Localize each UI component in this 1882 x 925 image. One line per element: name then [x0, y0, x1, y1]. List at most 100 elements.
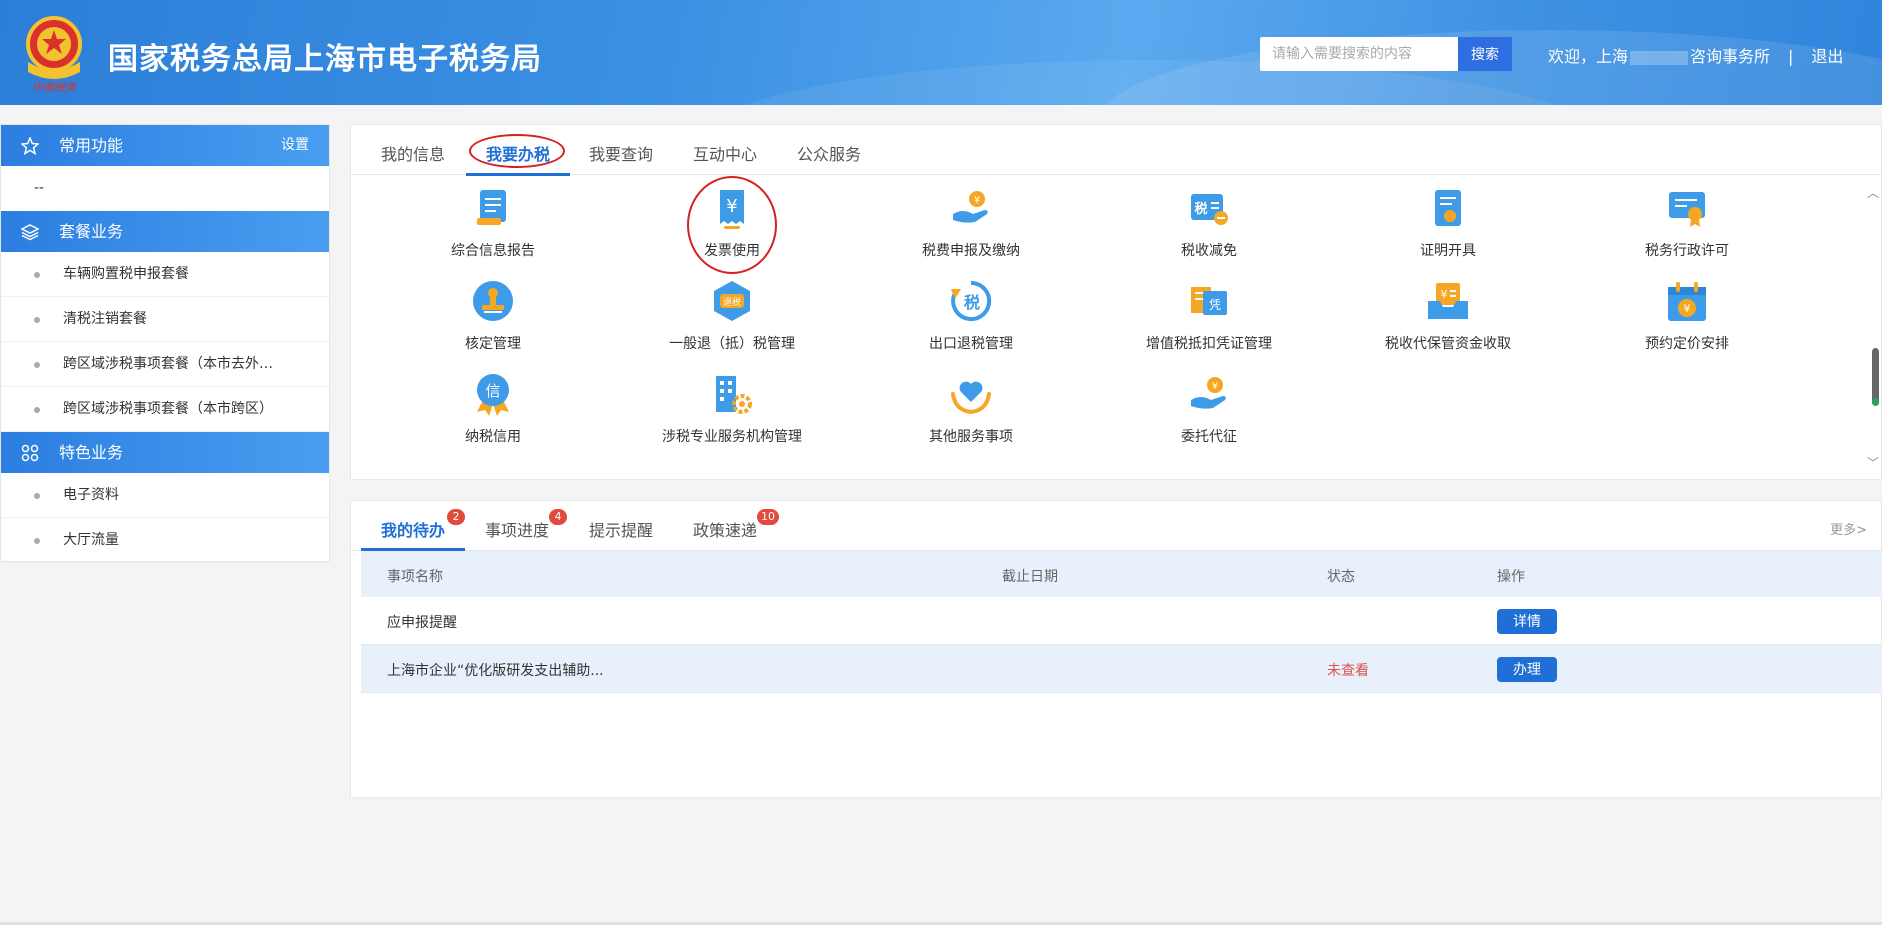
service-assessment[interactable]: 核定管理: [393, 279, 593, 353]
scroll-down-icon[interactable]: ﹀: [1867, 454, 1879, 471]
service-pricing-arrangement[interactable]: ¥ 预约定价安排: [1587, 279, 1787, 353]
service-tax-reduction[interactable]: 税 税收减免: [1109, 186, 1309, 260]
tax-reduction-icon: 税: [1191, 194, 1228, 225]
emblem-caption: 中国税务: [32, 81, 77, 94]
sidebar-section-special[interactable]: 特色业务: [1, 432, 329, 473]
details-button[interactable]: 详情: [1497, 609, 1557, 634]
voucher-icon: 凭: [1191, 287, 1227, 315]
tax-emblem-icon: 中国税务: [26, 16, 82, 94]
more-link[interactable]: 更多>: [1830, 519, 1867, 538]
logout-link[interactable]: 退出: [1811, 43, 1843, 67]
layers-icon: [21, 224, 39, 241]
sidebar-section-title: 套餐业务: [59, 222, 124, 241]
sidebar-item-label: 清税注销套餐: [63, 311, 147, 327]
settings-link[interactable]: 设置: [281, 125, 309, 166]
tab-interaction[interactable]: 互动中心: [693, 141, 757, 165]
service-grid: 综合信息报告 ¥ 发票使用 ¥ 税费申报及缴纳 税 税收减免 证明开具 税务行政…: [351, 176, 1851, 481]
site-title: 国家税务总局上海市电子税务局: [108, 42, 542, 77]
tab-public-service[interactable]: 公众服务: [797, 141, 861, 165]
tab-progress[interactable]: 事项进度: [485, 517, 549, 541]
bullet-icon: [34, 272, 40, 278]
export-refund-icon: 税: [951, 280, 992, 321]
service-label: 核定管理: [465, 336, 521, 352]
service-label: 税收代保管资金收取: [1385, 336, 1511, 352]
service-export-refund[interactable]: 税 出口退税管理: [871, 279, 1071, 353]
sidebar-item-vehicle-tax[interactable]: 车辆购置税申报套餐: [1, 252, 329, 297]
stamp-icon: [473, 281, 513, 321]
service-fund-custody[interactable]: ¥ 税收代保管资金收取: [1348, 279, 1548, 353]
header-banner: 中国税务 国家税务总局上海市电子税务局 搜索 欢迎，上海 咨询事务所 | 退出: [0, 0, 1882, 105]
hand-coin-icon: ¥: [953, 191, 988, 223]
tab-query[interactable]: 我要查询: [589, 141, 653, 165]
bullet-icon: [34, 362, 40, 368]
hand-heart-icon: [951, 381, 991, 415]
svg-text:¥: ¥: [1212, 381, 1218, 392]
service-scrollbar[interactable]: ︿ ﹀: [1867, 176, 1881, 481]
tax-refund-icon: 退税: [714, 281, 750, 321]
service-certificate[interactable]: 证明开具: [1348, 186, 1548, 260]
service-invoice-use[interactable]: ¥ 发票使用: [632, 186, 832, 260]
service-tax-refund[interactable]: 退税 一般退（抵）税管理: [632, 279, 832, 353]
svg-text:凭: 凭: [1209, 297, 1221, 312]
bullet-icon: [34, 407, 40, 413]
tab-my-todo[interactable]: 我的待办: [381, 517, 445, 541]
service-comprehensive-report[interactable]: 综合信息报告: [393, 186, 593, 260]
search-box: 搜索: [1260, 37, 1512, 71]
sidebar-item-label: 电子资料: [63, 487, 119, 503]
table-row: 应申报提醒 详情: [361, 597, 1882, 645]
service-tax-declaration[interactable]: ¥ 税费申报及缴纳: [871, 186, 1071, 260]
building-gear-icon: [716, 376, 752, 414]
scroll-up-icon[interactable]: ︿: [1867, 184, 1879, 201]
invoice-yen-icon: ¥: [720, 190, 744, 229]
service-vat-voucher[interactable]: 凭 增值税抵扣凭证管理: [1109, 279, 1309, 353]
document-report-icon: [477, 190, 506, 225]
svg-text:退税: 退税: [723, 296, 741, 308]
service-administrative-license[interactable]: 税务行政许可: [1587, 186, 1787, 260]
bullet-icon: [34, 493, 40, 499]
scroll-thumb[interactable]: [1872, 348, 1879, 404]
service-label: 综合信息报告: [451, 243, 535, 259]
progress-count-badge: 4: [549, 509, 567, 525]
sidebar-section-common[interactable]: 常用功能 设置: [1, 125, 329, 166]
tab-my-info[interactable]: 我的信息: [381, 141, 445, 165]
bullet-icon: [34, 538, 40, 544]
search-input[interactable]: [1260, 37, 1456, 71]
service-label: 税务行政许可: [1645, 243, 1729, 259]
handle-button[interactable]: 办理: [1497, 657, 1557, 682]
todo-count-badge: 2: [447, 509, 465, 525]
search-button[interactable]: 搜索: [1458, 37, 1512, 71]
tab-reminders[interactable]: 提示提醒: [589, 517, 653, 541]
tab-policy-news[interactable]: 政策速递: [693, 517, 757, 541]
table-row: 上海市企业“优化版研发支出辅助... 未查看 办理: [361, 645, 1882, 693]
sidebar-item-cross-region-local[interactable]: 跨区域涉税事项套餐（本市跨区）: [1, 387, 329, 432]
sidebar-section-title: 特色业务: [59, 443, 124, 462]
service-panel: 我的信息 我要办税 我要查询 互动中心 公众服务 综合信息报告 ¥ 发票使用 ¥…: [350, 124, 1882, 480]
sidebar-item-cross-region-out[interactable]: 跨区域涉税事项套餐（本市去外…: [1, 342, 329, 387]
sidebar-item-label: 跨区域涉税事项套餐（本市跨区）: [63, 401, 273, 417]
sidebar-item-deregistration[interactable]: 清税注销套餐: [1, 297, 329, 342]
sidebar-section-title: 常用功能: [59, 136, 124, 155]
table-header: 事项名称 截止日期 状态 操作: [361, 551, 1882, 597]
company-suffix: 咨询事务所: [1690, 47, 1771, 66]
sidebar-item-e-documents[interactable]: 电子资料: [1, 473, 329, 518]
service-label: 一般退（抵）税管理: [669, 336, 795, 352]
svg-text:税: 税: [964, 293, 980, 312]
sidebar-item-label: 车辆购置税申报套餐: [63, 266, 189, 282]
service-other[interactable]: 其他服务事项: [871, 372, 1071, 446]
item-name[interactable]: 上海市企业“优化版研发支出辅助...: [387, 660, 604, 680]
sidebar-item-label: 跨区域涉税事项套餐（本市去外…: [63, 356, 273, 372]
item-name[interactable]: 应申报提醒: [387, 612, 457, 632]
service-label: 税费申报及缴纳: [922, 243, 1020, 259]
service-entrusted-collection[interactable]: ¥ 委托代征: [1109, 372, 1309, 446]
credit-medal-icon: 信: [477, 374, 509, 416]
service-label: 增值税抵扣凭证管理: [1146, 336, 1272, 352]
todo-tabs: 我的待办 2 事项进度 4 提示提醒 政策速递 10 更多>: [351, 501, 1881, 551]
service-label: 预约定价安排: [1645, 336, 1729, 352]
service-label: 委托代征: [1181, 429, 1237, 445]
service-agency-management[interactable]: 涉税专业服务机构管理: [632, 372, 832, 446]
sidebar-item-hall-traffic[interactable]: 大厅流量: [1, 518, 329, 563]
svg-text:税: 税: [1194, 201, 1207, 217]
sidebar: 常用功能 设置 -- 套餐业务 车辆购置税申报套餐 清税注销套餐 跨区域涉税事项…: [0, 124, 330, 563]
sidebar-section-package[interactable]: 套餐业务: [1, 211, 329, 252]
service-tax-credit[interactable]: 信 纳税信用: [393, 372, 593, 446]
